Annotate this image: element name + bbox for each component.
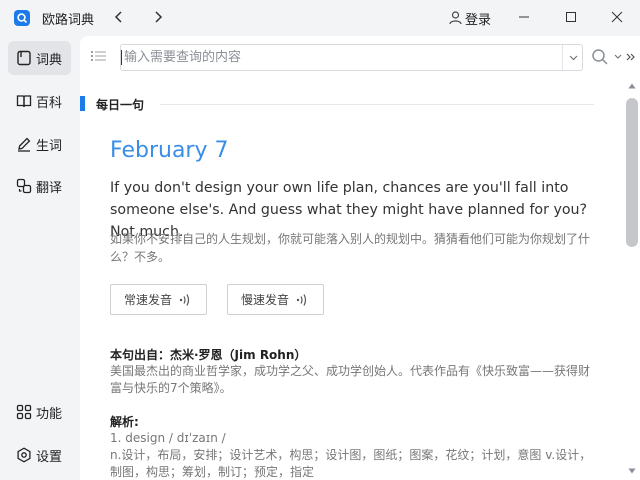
text-cursor bbox=[121, 50, 122, 65]
sentence-chinese: 如果你不安排自己的人生规划，你就可能落入别人的规划中。猜猜看他们可能为你规划了什… bbox=[110, 232, 591, 264]
divider bbox=[160, 104, 594, 105]
user-icon bbox=[449, 11, 462, 25]
scroll-down-arrow-icon[interactable] bbox=[628, 468, 636, 474]
search-icon bbox=[592, 49, 608, 65]
section-accent-bar bbox=[80, 96, 85, 111]
scrollbar-thumb[interactable] bbox=[626, 98, 638, 247]
search-input[interactable] bbox=[124, 46, 556, 69]
main-panel: 每日一句 February 7 If you don't design your… bbox=[80, 36, 640, 480]
close-icon bbox=[611, 11, 623, 23]
daily-sentence-panel: 每日一句 February 7 If you don't design your… bbox=[80, 78, 624, 480]
speaker-wave-icon bbox=[296, 293, 307, 306]
title-bar: 欧路词典 登录 bbox=[0, 0, 640, 36]
maximize-button[interactable] bbox=[548, 0, 594, 34]
translate-icon bbox=[16, 178, 32, 194]
slow-speed-audio-button[interactable]: 慢速发音 bbox=[227, 284, 324, 315]
more-button[interactable] bbox=[625, 48, 637, 66]
search-bar bbox=[80, 36, 640, 78]
sentence-source: 本句出自：杰米·罗恩（Jim Rohn） bbox=[110, 348, 307, 362]
history-dropdown-button[interactable] bbox=[563, 45, 583, 70]
analysis-definition: n.设计，布局，安排；设计艺术，构思；设计图，图纸；图案，花纹；计划，意图 v.… bbox=[110, 448, 592, 479]
analysis-word: 1. design / dɪˈzaɪn / bbox=[110, 431, 226, 445]
app-title: 欧路词典 bbox=[42, 13, 95, 28]
open-book-icon bbox=[16, 95, 32, 108]
close-button[interactable] bbox=[594, 0, 640, 34]
maximize-icon bbox=[566, 12, 576, 22]
search-button[interactable] bbox=[590, 47, 610, 67]
chevron-right-icon bbox=[155, 11, 163, 23]
search-box bbox=[120, 44, 583, 71]
forward-button[interactable] bbox=[146, 6, 170, 28]
sidebar-item-vocabulary[interactable]: 生词 bbox=[8, 127, 71, 161]
speaker-wave-icon bbox=[179, 293, 190, 306]
button-label: 慢速发音 bbox=[241, 293, 290, 307]
section-title: 每日一句 bbox=[96, 98, 145, 112]
sidebar-item-label: 生词 bbox=[36, 138, 63, 154]
sidebar-item-label: 翻译 bbox=[36, 180, 63, 196]
pencil-icon bbox=[18, 137, 31, 152]
sidebar-item-settings[interactable]: 设置 bbox=[8, 438, 71, 472]
sentence-date: February 7 bbox=[110, 138, 229, 163]
sidebar-item-label: 词典 bbox=[36, 52, 63, 68]
sidebar-item-encyclopedia[interactable]: 百科 bbox=[8, 84, 71, 118]
sidebar-item-label: 设置 bbox=[36, 449, 63, 465]
gear-icon bbox=[17, 447, 31, 463]
search-options-button[interactable] bbox=[613, 48, 623, 66]
sidebar: 词典 百科 生词 翻译 功能 设置 bbox=[0, 36, 80, 480]
app-logo-icon bbox=[14, 10, 30, 26]
scroll-up-arrow-icon[interactable] bbox=[628, 83, 636, 89]
source-description: 美国最杰出的商业哲学家，成功学之父、成功学创始人。代表作品有《快乐致富——获得财… bbox=[110, 364, 591, 395]
normal-speed-audio-button[interactable]: 常速发音 bbox=[110, 284, 207, 315]
sidebar-item-translate[interactable]: 翻译 bbox=[8, 169, 71, 203]
chevron-down-icon bbox=[569, 55, 577, 60]
minimize-icon bbox=[519, 16, 529, 18]
grid-icon bbox=[16, 404, 32, 420]
login-label: 登录 bbox=[465, 12, 492, 28]
double-chevron-right-icon bbox=[626, 53, 635, 61]
analysis-heading: 解析: bbox=[110, 415, 139, 429]
chevron-down-icon bbox=[614, 54, 622, 59]
list-icon[interactable] bbox=[89, 48, 109, 64]
vertical-scrollbar[interactable] bbox=[624, 78, 640, 480]
chevron-left-icon bbox=[114, 11, 122, 23]
back-button[interactable] bbox=[107, 6, 131, 28]
sidebar-item-label: 功能 bbox=[36, 406, 63, 422]
button-label: 常速发音 bbox=[124, 293, 173, 307]
login-button[interactable]: 登录 bbox=[449, 8, 491, 28]
sidebar-item-label: 百科 bbox=[36, 95, 63, 111]
minimize-button[interactable] bbox=[501, 0, 547, 34]
sidebar-item-dictionary[interactable]: 词典 bbox=[8, 41, 71, 75]
book-icon bbox=[17, 50, 31, 66]
sidebar-item-features[interactable]: 功能 bbox=[8, 395, 71, 429]
